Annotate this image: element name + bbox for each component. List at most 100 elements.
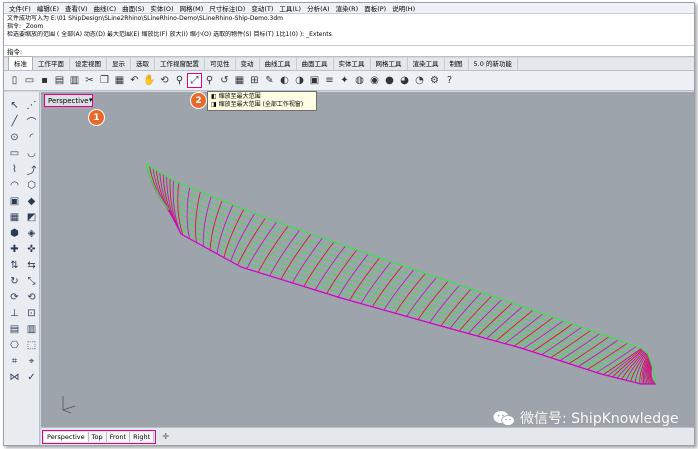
hatch-tool-icon[interactable]: ▤ [7,322,22,337]
options-icon[interactable]: ⚙ [428,74,441,87]
toolbar-tab[interactable]: 选取 [131,57,155,70]
menu-item[interactable]: 查看(V) [62,3,91,13]
array-tool-icon[interactable]: ⇆ [24,258,39,273]
command-line[interactable]: 指令: [4,46,694,57]
zoom-selected-icon[interactable]: ⚲ [203,74,216,87]
block-tool-icon[interactable]: ▥ [24,322,39,337]
toolbar-tab[interactable]: 可见性 [205,57,236,70]
copy-icon[interactable]: ❐ [98,74,111,87]
import-icon[interactable]: ▥ [68,74,81,87]
perspective-viewport[interactable]: Perspective ▾ 1 微信号: ShipKnowledge [41,92,694,427]
blend-tool-icon[interactable]: ⤴ [24,162,39,177]
line-tool-icon[interactable]: ╱ [7,114,22,129]
ellipse-tool-icon[interactable]: ◜ [24,130,39,145]
rotate-view-icon[interactable]: ⟲ [158,74,171,87]
rotate-tool-icon[interactable]: ↻ [7,274,22,289]
toolbar-tab[interactable]: 实体工具 [334,57,371,70]
scale-tool-icon[interactable]: ⤡ [24,274,39,289]
layer-icon[interactable]: ≡ [323,74,336,87]
rectangle-tool-icon[interactable]: ▭ [7,146,22,161]
check-tool-icon[interactable]: ✓ [24,370,39,385]
toolbar-tab[interactable]: 显示 [107,57,131,70]
toolbar-tab[interactable]: 5.0 的新功能 [469,57,518,70]
add-viewport-icon[interactable]: ✛ [162,432,169,441]
undo-icon[interactable]: ↶ [128,74,141,87]
freeform-tool-icon[interactable]: ⌇ [7,162,22,177]
toolbar-tab[interactable]: 设定视图 [70,57,107,70]
mesh-tool-icon[interactable]: ▦ [7,210,22,225]
show-icon[interactable]: ◑ [293,74,306,87]
menu-item[interactable]: 编辑(E) [34,3,62,13]
viewport-tab-right[interactable]: Right [130,431,155,442]
cut-icon[interactable]: ✂ [83,74,96,87]
color-sphere-icon[interactable]: ◔ [413,74,426,87]
menu-item[interactable]: 尺寸标注(D) [206,3,248,13]
osnap-tool-icon[interactable]: ⌗ [7,354,22,369]
render-icon[interactable]: ◍ [353,74,366,87]
save-icon[interactable]: ▪ [38,74,51,87]
extrude-tool-icon[interactable]: ⬡ [24,178,39,193]
flow-tool-icon[interactable]: ⟲ [24,290,39,305]
dimension-tool-icon[interactable]: ⊥ [7,306,22,321]
loft-tool-icon[interactable]: ◩ [24,210,39,225]
toolbar-tab[interactable]: 网格工具 [371,57,408,70]
menu-item[interactable]: 网格(M) [177,3,207,13]
viewport-tab-front[interactable]: Front [106,431,131,442]
mirror-tool-icon[interactable]: ⇅ [7,258,22,273]
properties-icon[interactable]: ✎ [263,74,276,87]
sweep-tool-icon[interactable]: ⬢ [7,226,22,241]
toolbar-tab[interactable]: 变动 [236,57,260,70]
zoom-icon[interactable]: ⚲ [173,74,186,87]
measure-tool-icon[interactable]: ⌖ [24,354,39,369]
grid-icon[interactable]: ▦ [233,74,246,87]
toolbar-tab[interactable]: 制图 [445,57,469,70]
rendered-sphere-icon[interactable]: ◕ [398,74,411,87]
toolbar-tab[interactable]: 工作平面 [33,57,70,70]
open-folder-icon[interactable]: ▭ [23,74,36,87]
toolbar-tab[interactable]: 渲染工具 [408,57,445,70]
viewport-menu-arrow-icon[interactable]: ▾ [89,96,93,104]
toolbar-tab[interactable]: 曲面工具 [297,57,334,70]
menu-item[interactable]: 变动(T) [248,3,276,13]
new-file-icon[interactable]: ▯ [8,74,21,87]
revolve-tool-icon[interactable]: ◈ [24,226,39,241]
circle-tool-icon[interactable]: ⌒ [24,114,39,129]
viewport-tab-top[interactable]: Top [88,431,107,442]
arc-tool-icon[interactable]: ⊙ [7,130,22,145]
paste-icon[interactable]: ▦ [113,74,126,87]
grid-snap-tool-icon[interactable]: ⬚ [24,338,39,353]
curve-tool-icon[interactable]: ◡ [24,146,39,161]
surface-tool-icon[interactable]: ◠ [7,178,22,193]
analyze-tool-icon[interactable]: ⋈ [7,370,22,385]
polyline-tool-icon[interactable]: ⋰ [24,98,39,113]
zoom-extents-icon[interactable]: ⤢ [187,73,202,88]
menu-item[interactable]: 分析(A) [304,3,333,13]
orient-tool-icon[interactable]: ⟳ [7,290,22,305]
menu-item[interactable]: 实体(O) [147,3,176,13]
text-tool-icon[interactable]: ⊡ [24,306,39,321]
menu-item[interactable]: 曲线(C) [91,3,120,13]
select-arrow-tool-icon[interactable]: ↖ [7,98,22,113]
toolbar-tab[interactable]: 标准 [8,56,33,70]
menu-item[interactable]: 渲染(R) [333,3,362,13]
four-viewports-icon[interactable]: ⊞ [248,74,261,87]
point-tool-icon[interactable]: ⎔ [7,338,22,353]
help-icon[interactable]: ? [443,74,456,87]
menu-item[interactable]: 文件(F) [6,3,34,13]
print-icon[interactable]: ▤ [53,74,66,87]
menu-item[interactable]: 面板(P) [361,3,389,13]
viewport-tab-perspective[interactable]: Perspective [44,431,89,442]
box-tool-icon[interactable]: ▣ [7,194,22,209]
undo-view-icon[interactable]: ↺ [218,74,231,87]
viewport-title[interactable]: Perspective [44,94,93,107]
menu-item[interactable]: 曲面(S) [119,3,147,13]
menu-item[interactable]: 工具(L) [276,3,304,13]
toolbar-tab[interactable]: 曲线工具 [260,57,297,70]
pan-hand-icon[interactable]: ✋ [143,74,156,87]
menu-item[interactable]: 说明(H) [389,3,418,13]
solid-tool-icon[interactable]: ◆ [24,194,39,209]
material-icon[interactable]: ◉ [368,74,381,87]
move-tool-icon[interactable]: ✚ [7,242,22,257]
toolbar-tab[interactable]: 工作视窗配置 [155,57,205,70]
light-icon[interactable]: ✦ [338,74,351,87]
